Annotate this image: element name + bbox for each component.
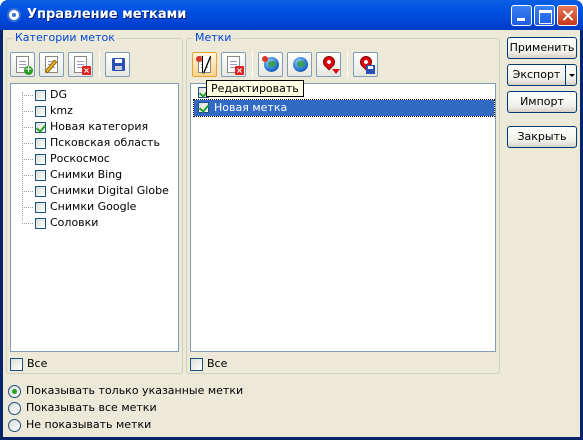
tree-item-checkbox[interactable] xyxy=(35,202,46,213)
categories-group-title: Категории меток xyxy=(13,31,117,44)
radio-label: Не показывать метки xyxy=(26,418,152,431)
tree-item-label: DG xyxy=(50,88,67,101)
minimize-button[interactable] xyxy=(511,5,532,26)
tree-item[interactable]: Снимки Google xyxy=(11,199,171,215)
tree-item-checkbox[interactable] xyxy=(35,170,46,181)
mouse-cursor-icon xyxy=(203,56,217,73)
show-on-map-button[interactable] xyxy=(258,52,283,77)
categories-tree[interactable]: DG kmz Новая категория Псковская область xyxy=(10,83,179,352)
dialog-window: Управление метками Категории меток + × D… xyxy=(0,0,583,440)
tree-item-checkbox[interactable] xyxy=(35,122,46,133)
export-button[interactable]: Экспорт xyxy=(507,64,566,86)
close-button[interactable]: Закрыть xyxy=(507,126,577,148)
edit-tooltip: Редактировать xyxy=(206,80,304,97)
tree-item-checkbox[interactable] xyxy=(35,154,46,165)
delete-mark-button[interactable]: × xyxy=(221,52,246,77)
radio-show-none[interactable]: Не показывать метки xyxy=(8,418,338,434)
toolbar-divider xyxy=(252,52,253,77)
tree-item-label: kmz xyxy=(50,104,73,117)
radio-button[interactable] xyxy=(8,385,21,398)
tree-item-checkbox[interactable] xyxy=(35,90,46,101)
add-category-button[interactable]: + xyxy=(10,52,35,77)
tree-item-label: Снимки Google xyxy=(50,200,137,213)
tree-item[interactable]: Снимки Digital Globe xyxy=(11,183,171,199)
maximize-button[interactable] xyxy=(534,5,555,26)
toolbar-divider xyxy=(99,52,100,77)
mark-checkbox[interactable] xyxy=(198,102,209,113)
window-title: Управление метками xyxy=(27,7,187,22)
tree-item[interactable]: kmz xyxy=(11,103,171,119)
tree-item[interactable]: DG xyxy=(11,87,171,103)
close-window-button[interactable] xyxy=(557,5,578,26)
radio-label: Показывать только указанные метки xyxy=(26,384,244,397)
edit-category-button[interactable] xyxy=(39,52,64,77)
save-categories-button[interactable] xyxy=(105,52,130,77)
radio-show-selected[interactable]: Показывать только указанные метки xyxy=(8,384,338,400)
radio-button[interactable] xyxy=(8,402,21,415)
save-icon xyxy=(112,58,125,71)
globe-settings-button[interactable] xyxy=(287,52,312,77)
globe-settings-icon xyxy=(293,57,308,72)
marks-all-label: Все xyxy=(207,357,228,370)
tree-item-checkbox[interactable] xyxy=(35,186,46,197)
delete-category-button[interactable]: × xyxy=(68,52,93,77)
tree-item[interactable]: Новая категория xyxy=(11,119,171,135)
radio-label: Показывать все метки xyxy=(26,401,157,414)
dialog-client-area: Категории меток + × DG kmz Новая категор… xyxy=(3,30,580,437)
title-bar[interactable]: Управление метками xyxy=(0,0,583,30)
save-mark-button[interactable] xyxy=(353,52,378,77)
map-pin-icon xyxy=(320,53,338,71)
list-item-selected[interactable]: Новая метка xyxy=(193,99,495,117)
radio-show-all[interactable]: Показывать все метки xyxy=(8,401,338,417)
toolbar-divider xyxy=(347,52,348,77)
tree-item-label: Псковская область xyxy=(50,136,160,149)
tree-item[interactable]: Роскосмос xyxy=(11,151,171,167)
tree-item-checkbox[interactable] xyxy=(35,218,46,229)
map-pin-button[interactable] xyxy=(316,52,341,77)
tree-item-label: Снимки Digital Globe xyxy=(50,184,169,197)
tree-item-label: Новая категория xyxy=(50,120,149,133)
categories-all-label: Все xyxy=(27,357,48,370)
app-icon xyxy=(7,8,21,22)
tree-item-label: Соловки xyxy=(50,216,99,229)
tree-item-label: Снимки Bing xyxy=(50,168,123,181)
tree-item-checkbox[interactable] xyxy=(35,138,46,149)
radio-button[interactable] xyxy=(8,419,21,432)
mark-label: Новая метка xyxy=(214,101,288,114)
apply-button[interactable]: Применить xyxy=(507,37,577,59)
marks-list[interactable]: Новая метка xyxy=(190,83,496,352)
tree-item-checkbox[interactable] xyxy=(35,106,46,117)
tree-item[interactable]: Соловки xyxy=(11,215,171,231)
tree-item-label: Роскосмос xyxy=(50,152,110,165)
import-button[interactable]: Импорт xyxy=(507,91,577,113)
export-dropdown-arrow[interactable] xyxy=(565,64,577,86)
tree-item[interactable]: Псковская область xyxy=(11,135,171,151)
marks-group-title: Метки xyxy=(193,31,234,44)
tree-item[interactable]: Снимки Bing xyxy=(11,167,171,183)
